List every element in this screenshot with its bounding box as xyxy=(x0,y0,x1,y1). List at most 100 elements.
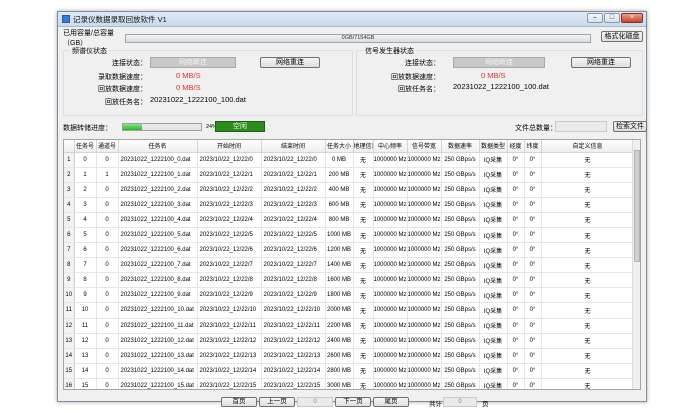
cell-center-freq: 1000000 Mz xyxy=(373,348,408,364)
cell-bandwidth: 1000000 Mz xyxy=(407,333,442,349)
spectrum-conn-label: 连接状态： xyxy=(112,60,147,67)
cell-center-freq: 1000000 Mz xyxy=(373,152,408,168)
table-row[interactable]: 14 13 0 20231022_1222100_13.dat 2023/10/22_1… xyxy=(64,348,635,364)
cell-data-type: IQ采集 xyxy=(479,318,508,334)
cell-task-id: 2 xyxy=(74,182,97,198)
prev-page-button[interactable]: 上一页 xyxy=(259,397,295,407)
cell-center-freq: 1000000 Mz xyxy=(373,333,408,349)
cell-center-freq: 1000000 Mz xyxy=(373,242,408,259)
column-header-custom-info[interactable]: 自定义信息 xyxy=(541,140,635,153)
cell-geo-info: 无 xyxy=(353,348,374,364)
cell-end-time: 2023/10/22_12/22/1 xyxy=(261,167,326,183)
table-row[interactable]: 7 6 0 20231022_1222100_6.dat 2023/10/22_12/2… xyxy=(64,242,635,259)
table-row[interactable]: 5 4 0 20231022_1222100_4.dat 2023/10/22_12/2… xyxy=(64,212,635,228)
cell-data-rate: 250 GBps/s xyxy=(441,287,480,304)
cell-task-id: 8 xyxy=(74,272,97,289)
spectrum-conn-status: 网络断连 xyxy=(150,57,236,68)
close-icon[interactable]: × xyxy=(621,13,643,23)
table-row[interactable]: 2 1 1 20231022_1222100_1.dat 2023/10/22_12/2… xyxy=(64,167,635,183)
cell-latitude: 0° xyxy=(524,182,542,198)
cell-task-id: 5 xyxy=(74,227,97,244)
cell-end-time: 2023/10/22_12/22/12 xyxy=(261,333,326,349)
table-row[interactable]: 13 12 0 20231022_1222100_12.dat 2023/10/22_1… xyxy=(64,333,635,349)
cell-start-time: 2023/10/22_12/22/0 xyxy=(197,152,262,168)
maximize-icon[interactable]: □ xyxy=(604,13,620,23)
search-files-button[interactable]: 检索文件 xyxy=(613,121,647,132)
column-header-center-freq[interactable]: 中心频率 xyxy=(373,140,408,153)
last-page-button[interactable]: 尾页 xyxy=(373,397,409,407)
cell-geo-info: 无 xyxy=(353,152,374,168)
total-pages-unit: 页 xyxy=(482,401,489,408)
spectrum-task-name: 20231022_1222100_100.dat xyxy=(150,95,246,104)
cell-custom-info: 无 xyxy=(541,378,635,389)
cell-data-type: IQ采集 xyxy=(479,378,508,389)
cell-latitude: 0° xyxy=(524,333,542,349)
cell-data-type: IQ采集 xyxy=(479,167,508,183)
table-row[interactable]: 16 15 0 20231022_1222100_15.dat 2023/10/22_1… xyxy=(64,378,635,389)
format-disk-button[interactable]: 格式化磁盘 xyxy=(601,31,643,42)
cell-end-time: 2023/10/22_12/22/9 xyxy=(261,287,326,304)
cell-longitude: 0° xyxy=(507,287,525,304)
column-header-data-rate[interactable]: 数据速率 xyxy=(441,140,480,153)
cell-row-number: 10 xyxy=(64,287,75,304)
current-page-input[interactable]: 0 xyxy=(297,397,333,407)
cell-bandwidth: 1000000 Mz xyxy=(407,272,442,289)
table-row[interactable]: 8 7 0 20231022_1222100_7.dat 2023/10/22_12/2… xyxy=(64,257,635,274)
cell-task-name: 20231022_1222100_0.dat xyxy=(118,152,198,168)
column-header-longitude[interactable]: 经度 xyxy=(507,140,525,153)
column-header-task-size[interactable]: 任务大小 xyxy=(325,140,354,153)
cell-start-time: 2023/10/22_12/22/9 xyxy=(197,287,262,304)
table-row[interactable]: 1 0 0 20231022_1222100_0.dat 2023/10/22_12/2… xyxy=(64,152,635,168)
cell-bandwidth: 1000000 Mz xyxy=(407,378,442,389)
cell-task-name: 20231022_1222100_10.dat xyxy=(118,302,198,319)
column-header-geo-info[interactable]: 地理信息 xyxy=(353,140,374,153)
cell-end-time: 2023/10/22_12/22/15 xyxy=(261,378,326,389)
table-vertical-scrollbar[interactable] xyxy=(632,140,640,389)
cell-geo-info: 无 xyxy=(353,363,374,379)
column-header-end-time[interactable]: 结束时间 xyxy=(261,140,326,153)
cell-task-size: 1400 MB xyxy=(325,257,354,274)
cell-row-number: 1 xyxy=(64,152,75,168)
signal-reconnect-button[interactable]: 网络重连 xyxy=(571,57,631,68)
column-header-bandwidth[interactable]: 信号带宽 xyxy=(407,140,442,153)
cell-start-time: 2023/10/22_12/22/10 xyxy=(197,302,262,319)
cell-data-type: IQ采集 xyxy=(479,287,508,304)
cell-end-time: 2023/10/22_12/22/6 xyxy=(261,242,326,259)
cell-longitude: 0° xyxy=(507,152,525,168)
table-row[interactable]: 10 9 0 20231022_1222100_9.dat 2023/10/22_12/… xyxy=(64,287,635,304)
table-row[interactable]: 11 10 0 20231022_1222100_10.dat 2023/10/22_1… xyxy=(64,302,635,319)
file-count-field xyxy=(555,121,607,132)
cell-task-size: 2400 MB xyxy=(325,333,354,349)
cell-task-size: 1000 MB xyxy=(325,227,354,244)
cell-longitude: 0° xyxy=(507,318,525,334)
table-header-row: 任务号通道号任务名开始时间结束时间任务大小地理信息中心频率信号带宽数据速率数据类… xyxy=(64,140,635,153)
column-header-task-id[interactable]: 任务号 xyxy=(74,140,97,153)
column-header-data-type[interactable]: 数据类型 xyxy=(479,140,508,153)
cell-latitude: 0° xyxy=(524,287,542,304)
column-header-task-name[interactable]: 任务名 xyxy=(118,140,198,153)
next-page-button[interactable]: 下一页 xyxy=(335,397,371,407)
cell-start-time: 2023/10/22_12/22/11 xyxy=(197,318,262,334)
table-row[interactable]: 3 2 0 20231022_1222100_2.dat 2023/10/22_12/2… xyxy=(64,182,635,198)
column-header-latitude[interactable]: 纬度 xyxy=(524,140,542,153)
transfer-progress-fill xyxy=(123,124,142,130)
column-header-row-number[interactable] xyxy=(64,140,75,153)
cell-custom-info: 无 xyxy=(541,167,635,183)
cell-center-freq: 1000000 Mz xyxy=(373,257,408,274)
table-row[interactable]: 6 5 0 20231022_1222100_5.dat 2023/10/22_12/2… xyxy=(64,227,635,244)
cell-row-number: 5 xyxy=(64,212,75,228)
spectrum-reconnect-button[interactable]: 网络重连 xyxy=(260,57,320,68)
spectrum-play-speed-label: 回放数据速度： xyxy=(98,86,147,93)
cell-longitude: 0° xyxy=(507,333,525,349)
table-row[interactable]: 12 11 0 20231022_1222100_11.dat 2023/10/22_1… xyxy=(64,318,635,334)
title-bar[interactable]: 记录仪数据录取回放软件 V1 – □ × xyxy=(58,12,646,27)
scrollbar-thumb[interactable] xyxy=(634,150,640,262)
column-header-start-time[interactable]: 开始时间 xyxy=(197,140,262,153)
cell-data-type: IQ采集 xyxy=(479,242,508,259)
first-page-button[interactable]: 首页 xyxy=(221,397,257,407)
table-row[interactable]: 9 8 0 20231022_1222100_8.dat 2023/10/22_12/2… xyxy=(64,272,635,289)
table-row[interactable]: 4 3 0 20231022_1222100_3.dat 2023/10/22_12/2… xyxy=(64,197,635,213)
column-header-channel[interactable]: 通道号 xyxy=(96,140,119,153)
minimize-icon[interactable]: – xyxy=(587,13,603,23)
table-row[interactable]: 15 14 0 20231022_1222100_14.dat 2023/10/22_1… xyxy=(64,363,635,379)
